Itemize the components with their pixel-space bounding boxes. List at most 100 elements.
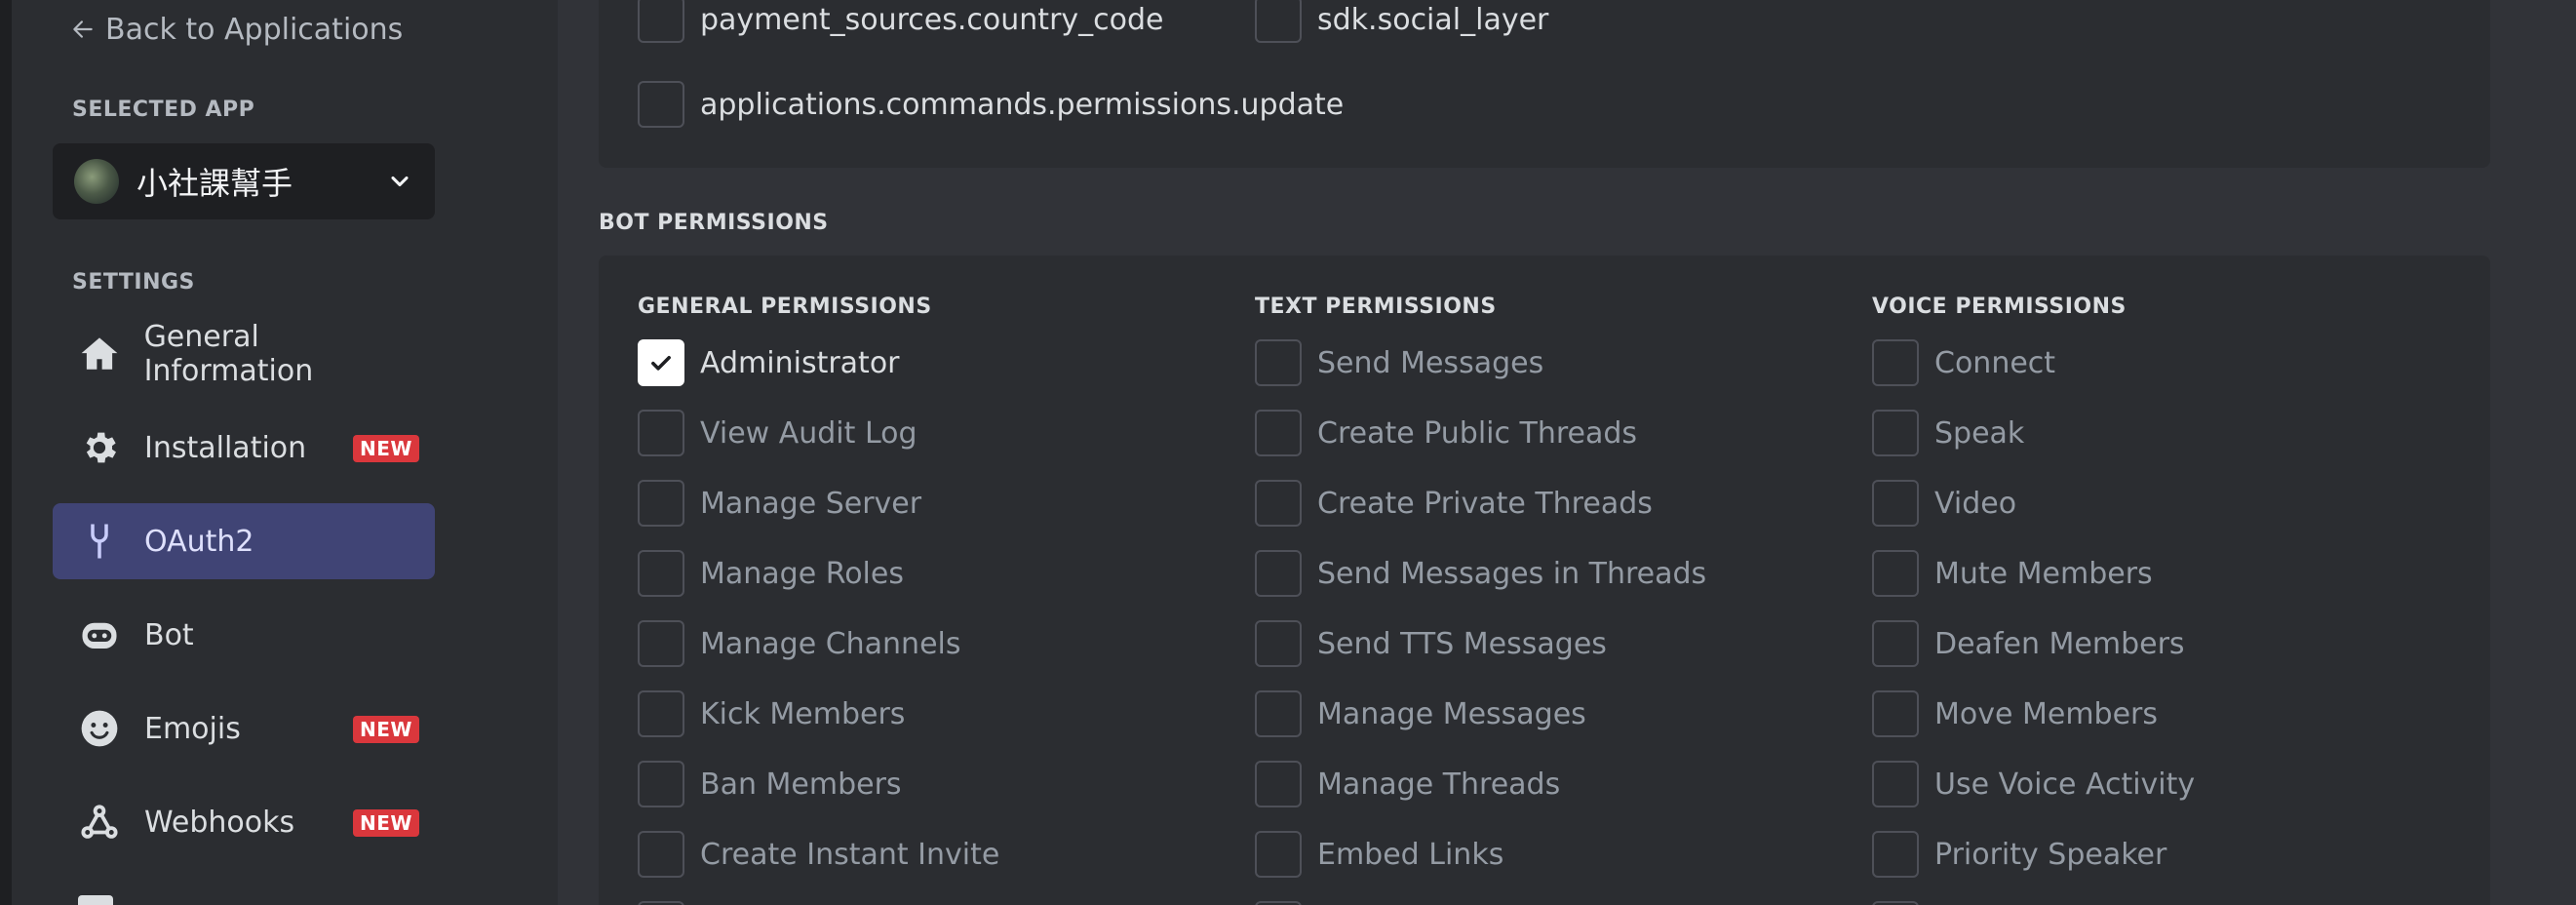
sidebar-item-label: Webhooks (144, 805, 295, 840)
permission-manage-roles[interactable]: Manage Roles (638, 550, 904, 597)
checkbox[interactable] (638, 480, 684, 527)
checkbox[interactable] (638, 761, 684, 807)
permission-embed-links[interactable]: Embed Links (1255, 831, 1503, 878)
sidebar-item-webhooks[interactable]: Webhooks NEW (53, 784, 435, 860)
checkbox[interactable] (638, 620, 684, 667)
permission-label: Manage Channels (700, 626, 961, 661)
webhook-icon (78, 801, 121, 844)
checkbox[interactable] (638, 81, 684, 128)
permission-label: Create Private Threads (1317, 486, 1653, 521)
checkbox[interactable] (1255, 339, 1302, 386)
checkbox[interactable] (1255, 410, 1302, 456)
permission-manage-messages[interactable]: Manage Messages (1255, 690, 1586, 737)
checkbox[interactable] (1255, 831, 1302, 878)
sidebar-item-emojis[interactable]: Emojis NEW (53, 690, 435, 767)
permission-mute-members[interactable]: Mute Members (1872, 550, 2153, 597)
permission-connect[interactable]: Connect (1872, 339, 2055, 386)
permission-send-messages-in-threads[interactable]: Send Messages in Threads (1255, 550, 1706, 597)
checkbox[interactable] (638, 901, 684, 905)
permission-label: Move Members (1934, 696, 2159, 731)
permission-send-messages[interactable]: Send Messages (1255, 339, 1543, 386)
permission-speak[interactable]: Speak (1872, 410, 2024, 456)
checkbox-checked[interactable] (638, 339, 684, 386)
permission-label: Manage Server (700, 486, 922, 521)
checkbox[interactable] (1872, 901, 1919, 905)
permission-label: Kick Members (700, 696, 906, 731)
permission-video[interactable]: Video (1872, 480, 2016, 527)
permission-use-voice-activity[interactable]: Use Voice Activity (1872, 761, 2195, 807)
text-permissions-heading: TEXT PERMISSIONS (1255, 295, 1497, 319)
checkbox[interactable] (1872, 690, 1919, 737)
main-content: payment_sources.country_code sdk.social_… (558, 0, 2576, 905)
sidebar-item-label: Emojis (144, 711, 241, 746)
sidebar-item-label: General Information (143, 320, 314, 388)
back-to-applications-link[interactable]: Back to Applications (70, 8, 403, 51)
permission-ban-members[interactable]: Ban Members (638, 761, 902, 807)
checkbox[interactable] (1255, 690, 1302, 737)
permission-label: Use Voice Activity (1934, 767, 2196, 802)
permission-label: Priority Speaker (1934, 837, 2167, 872)
checkbox[interactable] (1255, 480, 1302, 527)
checkbox[interactable] (1872, 339, 1919, 386)
checkbox[interactable] (1872, 831, 1919, 878)
voice-permissions-heading: VOICE PERMISSIONS (1872, 295, 2127, 319)
checkbox[interactable] (1872, 550, 1919, 597)
permission-create-instant-invite[interactable]: Create Instant Invite (638, 831, 999, 878)
permission-administrator[interactable]: Administrator (638, 339, 900, 386)
permission-label: Mute Members (1934, 556, 2153, 591)
scope-sdk-social-layer[interactable]: sdk.social_layer (1255, 0, 1548, 43)
checkbox[interactable] (638, 690, 684, 737)
permission-label: Create Public Threads (1317, 415, 1638, 451)
scope-label: sdk.social_layer (1317, 2, 1549, 37)
permission-label: Create Instant Invite (700, 837, 1000, 872)
permission-label: Ban Members (700, 767, 902, 802)
permission-create-private-threads[interactable]: Create Private Threads (1255, 480, 1653, 527)
permission-label: Manage Threads (1317, 767, 1561, 802)
checkbox[interactable] (1255, 761, 1302, 807)
checkmark-icon (651, 356, 671, 371)
settings-heading: SETTINGS (72, 270, 195, 295)
checkbox[interactable] (1255, 620, 1302, 667)
permission-move-members[interactable]: Move Members (1872, 690, 2158, 737)
checkbox[interactable] (638, 550, 684, 597)
permission-label: View Audit Log (700, 415, 917, 451)
sidebar-item-installation[interactable]: Installation NEW (53, 410, 435, 486)
checkbox[interactable] (1872, 410, 1919, 456)
new-badge: NEW (353, 809, 419, 837)
permission-label: Embed Links (1317, 837, 1504, 872)
back-link-label: Back to Applications (105, 12, 404, 47)
permission-priority-speaker[interactable]: Priority Speaker (1872, 831, 2166, 878)
permission-kick-members[interactable]: Kick Members (638, 690, 905, 737)
scope-applications-commands-permissions-update[interactable]: applications.commands.permissions.update (638, 81, 1344, 128)
sidebar-item-oauth2[interactable]: OAuth2 (53, 503, 435, 579)
sidebar-item-bot[interactable]: Bot (53, 597, 435, 673)
checkbox[interactable] (638, 410, 684, 456)
permission-label: Deafen Members (1934, 626, 2185, 661)
checkbox[interactable] (1872, 480, 1919, 527)
permission-view-audit-log[interactable]: View Audit Log (638, 410, 917, 456)
app-avatar (74, 159, 119, 204)
window-edge (0, 0, 12, 905)
selected-app-heading: SELECTED APP (72, 98, 255, 122)
permission-label: Send TTS Messages (1317, 626, 1607, 661)
permission-send-tts-messages[interactable]: Send TTS Messages (1255, 620, 1607, 667)
permission-manage-threads[interactable]: Manage Threads (1255, 761, 1560, 807)
scope-payment-sources-country-code[interactable]: payment_sources.country_code (638, 0, 1164, 43)
checkbox[interactable] (1255, 0, 1302, 43)
sidebar-item-general-information[interactable]: General Information (53, 316, 435, 392)
app-selector[interactable]: 小社課幫手 (53, 143, 435, 219)
checkbox[interactable] (638, 831, 684, 878)
permission-create-public-threads[interactable]: Create Public Threads (1255, 410, 1637, 456)
permission-label: Manage Messages (1317, 696, 1586, 731)
permission-manage-channels[interactable]: Manage Channels (638, 620, 961, 667)
wrench-icon (78, 520, 121, 563)
checkbox[interactable] (638, 0, 684, 43)
chevron-down-icon (391, 176, 409, 187)
permission-manage-server[interactable]: Manage Server (638, 480, 921, 527)
checkbox[interactable] (1255, 550, 1302, 597)
sidebar-item-label: OAuth2 (144, 524, 254, 559)
checkbox[interactable] (1872, 761, 1919, 807)
permission-deafen-members[interactable]: Deafen Members (1872, 620, 2185, 667)
checkbox[interactable] (1872, 620, 1919, 667)
checkbox[interactable] (1255, 901, 1302, 905)
